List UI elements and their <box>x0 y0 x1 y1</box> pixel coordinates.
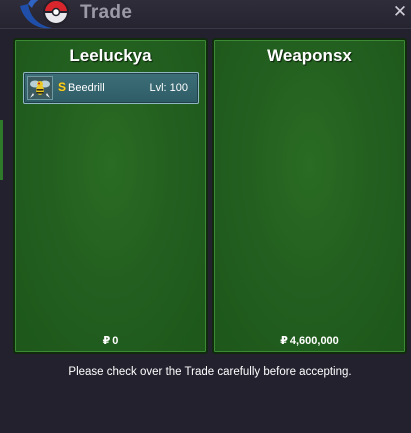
left-money-amount: 0 <box>112 335 119 347</box>
beedrill-sprite-icon <box>27 76 53 100</box>
offered-pokemon-slot[interactable]: S Beedrill Lvl: 100 <box>23 72 199 104</box>
right-money-amount: 4,600,000 <box>289 335 339 347</box>
background-edge <box>0 120 3 180</box>
pokemon-name: Beedrill <box>68 82 105 94</box>
title-bar[interactable]: Trade ✕ <box>0 0 411 29</box>
pokedollar-icon: ₽ <box>280 334 288 347</box>
left-money: ₽0 <box>15 334 206 347</box>
right-trainer-name: Weaponsx <box>267 46 352 65</box>
pokemon-level: Lvl: 100 <box>149 82 188 94</box>
shiny-badge-icon: S <box>58 80 67 94</box>
trade-window: Trade ✕ Leeluckya S Beedrill Lvl: 100 ₽ … <box>0 0 411 433</box>
pokeball-logo-icon <box>18 0 74 32</box>
trade-panel-left: Leeluckya S Beedrill Lvl: 100 ₽ 0 <box>13 38 208 354</box>
trade-notice: Please check over the Trade carefully be… <box>68 366 352 378</box>
pokedollar-icon: ₽ <box>102 334 111 347</box>
left-trainer-name: Leeluckya <box>69 46 152 65</box>
window-title: Trade <box>80 2 133 23</box>
close-button[interactable]: ✕ <box>391 2 409 22</box>
right-money: ₽4,600,000 <box>214 334 405 347</box>
trade-panel-right: Weaponsx ₽4,600,000 <box>212 38 407 354</box>
